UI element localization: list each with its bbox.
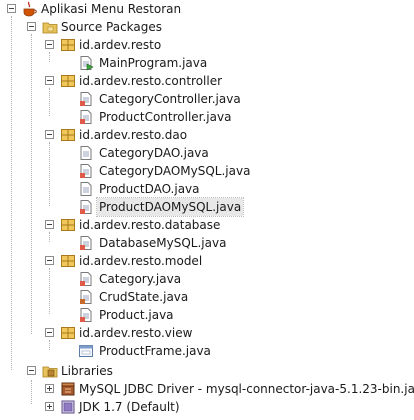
java-class-icon [78, 199, 94, 215]
package-icon [60, 253, 76, 269]
file-name: CrudState.java [99, 290, 189, 304]
folder-icon [42, 19, 58, 35]
file-name: ProductController.java [99, 110, 232, 124]
file-name: ProductDAO.java [99, 182, 200, 196]
package-name: id.ardev.resto.controller [79, 74, 223, 88]
package-icon [60, 127, 76, 143]
package-name: id.ardev.resto.view [79, 326, 193, 340]
java-class-icon [78, 235, 94, 251]
java-class-icon [78, 91, 94, 107]
file-name: CategoryDAO.java [99, 146, 209, 160]
file-name: MainProgram.java [99, 56, 208, 70]
coffee-cup-icon [22, 1, 38, 17]
expand-toggle[interactable] [45, 402, 54, 411]
java-class-icon [78, 109, 94, 125]
package-icon [60, 37, 76, 53]
java-class-icon [78, 271, 94, 287]
file-name: Category.java [99, 272, 182, 286]
file-name: CategoryController.java [99, 92, 241, 106]
file-name: DatabaseMySQL.java [99, 236, 227, 250]
java-class-icon [78, 163, 94, 179]
java-interface-icon [78, 181, 94, 197]
collapse-toggle[interactable] [45, 130, 54, 139]
package-icon [60, 73, 76, 89]
library-name: JDK 1.7 (Default) [79, 400, 180, 414]
collapse-toggle[interactable] [45, 76, 54, 85]
file-name: CategoryDAOMySQL.java [99, 164, 251, 178]
libraries-icon [42, 363, 58, 379]
collapse-toggle[interactable] [27, 366, 36, 375]
file-name: Product.java [99, 308, 174, 322]
expand-toggle[interactable] [45, 384, 54, 393]
jdk-icon [60, 399, 76, 415]
package-name: id.ardev.resto.database [79, 218, 221, 232]
collapse-toggle[interactable] [45, 40, 54, 49]
package-name: id.ardev.resto [79, 38, 162, 52]
file-name: ProductFrame.java [99, 344, 211, 358]
java-class-icon [78, 307, 94, 323]
package-icon [60, 217, 76, 233]
package-icon [60, 325, 76, 341]
package-name: id.ardev.resto.dao [79, 128, 188, 142]
collapse-toggle[interactable] [45, 256, 54, 265]
collapse-toggle[interactable] [27, 22, 36, 31]
library-name: MySQL JDBC Driver - mysql-connector-java… [79, 382, 414, 396]
java-main-class-icon [78, 55, 94, 71]
libraries-label: Libraries [61, 364, 113, 378]
collapse-toggle[interactable] [45, 328, 54, 337]
source-packages-label: Source Packages [61, 20, 163, 34]
collapse-toggle[interactable] [7, 4, 16, 13]
collapse-toggle[interactable] [45, 220, 54, 229]
java-enum-icon [78, 289, 94, 305]
package-name: id.ardev.resto.model [79, 254, 203, 268]
file-name: ProductDAOMySQL.java [95, 197, 245, 217]
jar-icon [60, 381, 76, 397]
project-title: Aplikasi Menu Restoran [41, 2, 182, 16]
form-file-icon [78, 343, 94, 359]
java-interface-icon [78, 145, 94, 161]
